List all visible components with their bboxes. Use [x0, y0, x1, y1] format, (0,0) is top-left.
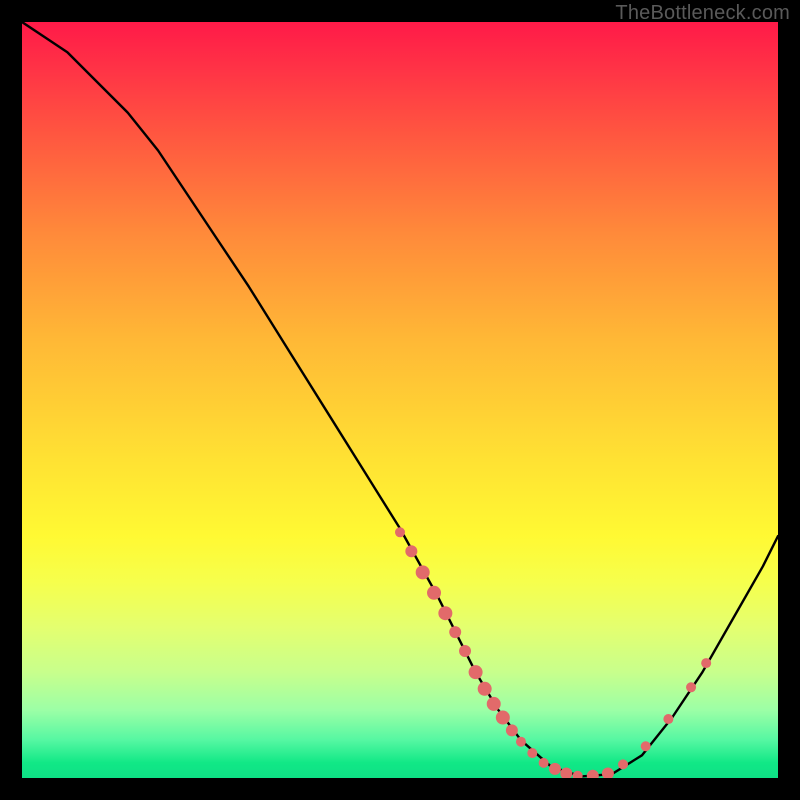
highlight-dot: [487, 697, 501, 711]
attribution-label: TheBottleneck.com: [615, 2, 790, 25]
highlight-dot: [686, 682, 696, 692]
highlight-dot: [527, 748, 537, 758]
highlight-dot: [459, 645, 471, 657]
highlight-dot: [618, 759, 628, 769]
highlight-dot: [602, 767, 614, 778]
highlight-dot: [641, 741, 651, 751]
highlight-dot: [587, 770, 599, 778]
bottleneck-curve-line: [22, 22, 778, 776]
highlight-dot: [539, 758, 549, 768]
highlight-dots: [395, 527, 711, 778]
highlight-dot: [469, 665, 483, 679]
bottleneck-curve-svg: [22, 22, 778, 778]
highlight-dot: [427, 586, 441, 600]
highlight-dot: [478, 682, 492, 696]
highlight-dot: [506, 724, 518, 736]
highlight-dot: [663, 714, 673, 724]
highlight-dot: [549, 763, 561, 775]
highlight-dot: [449, 626, 461, 638]
highlight-dot: [395, 527, 405, 537]
highlight-dot: [496, 711, 510, 725]
highlight-dot: [701, 658, 711, 668]
highlight-dot: [573, 771, 583, 778]
highlight-dot: [438, 606, 452, 620]
chart-container: TheBottleneck.com: [0, 0, 800, 800]
highlight-dot: [405, 545, 417, 557]
plot-area: [22, 22, 778, 778]
highlight-dot: [516, 737, 526, 747]
highlight-dot: [416, 565, 430, 579]
